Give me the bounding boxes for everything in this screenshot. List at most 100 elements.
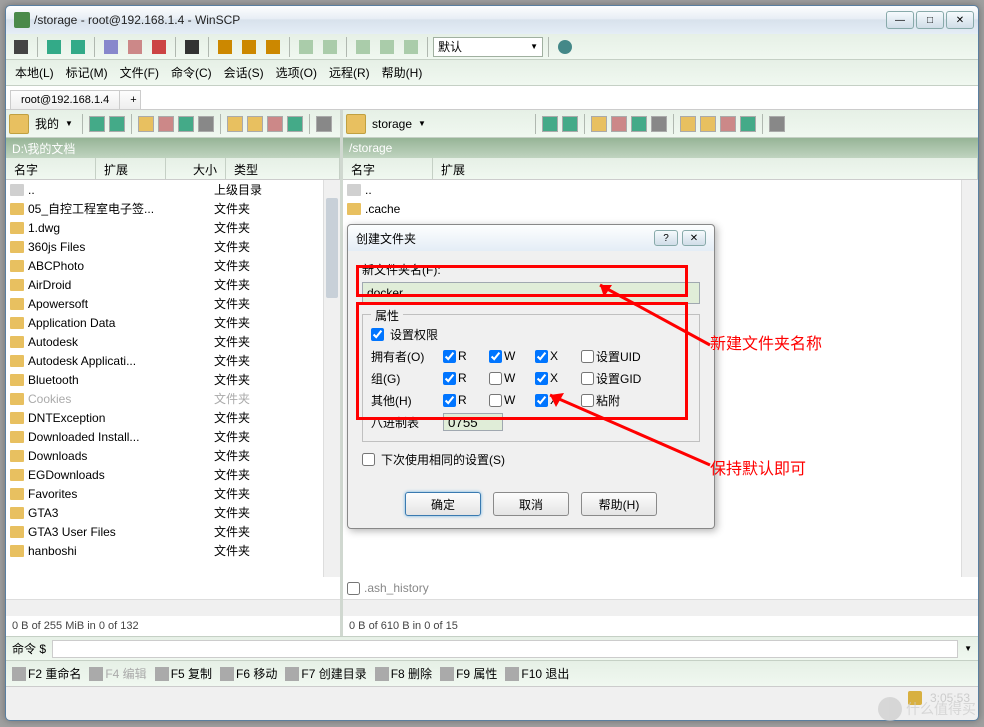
fkey-button[interactable]: F2 重命名 — [10, 665, 83, 682]
tree-icon[interactable] — [316, 116, 332, 132]
file-checkbox[interactable] — [347, 582, 360, 595]
newfolder-icon[interactable] — [247, 116, 263, 132]
list-item[interactable]: 1.dwg文件夹 — [6, 218, 340, 237]
fkey-button[interactable]: F9 属性 — [438, 665, 499, 682]
list-item[interactable]: Downloads文件夹 — [6, 446, 340, 465]
help-button[interactable]: ? — [654, 230, 678, 246]
set-perm-checkbox[interactable] — [371, 328, 384, 341]
ok-button[interactable]: 确定 — [405, 492, 481, 516]
cancel-button[interactable]: 取消 — [493, 492, 569, 516]
list-item[interactable]: Favorites文件夹 — [6, 484, 340, 503]
home-icon[interactable] — [611, 116, 627, 132]
col-ext[interactable]: 扩展 — [96, 158, 166, 179]
folder-icon[interactable] — [346, 114, 366, 134]
close-button[interactable]: ✕ — [682, 230, 706, 246]
layout2-icon[interactable] — [319, 36, 341, 58]
find-icon[interactable] — [651, 116, 667, 132]
owner-r[interactable] — [443, 350, 456, 363]
fkey-button[interactable]: F6 移动 — [218, 665, 279, 682]
sgid-checkbox[interactable] — [581, 372, 594, 385]
minimize-button[interactable]: — — [886, 11, 914, 29]
list-item[interactable]: 360js Files文件夹 — [6, 237, 340, 256]
sticky-checkbox[interactable] — [581, 394, 594, 407]
list-item[interactable]: Bluetooth文件夹 — [6, 370, 340, 389]
group-r[interactable] — [443, 372, 456, 385]
refresh-icon[interactable] — [178, 116, 194, 132]
forward-icon[interactable] — [109, 116, 125, 132]
chevron-down-icon[interactable]: ▼ — [964, 644, 972, 653]
tool2-icon[interactable] — [238, 36, 260, 58]
col-name[interactable]: 名字 — [6, 158, 96, 179]
other-x[interactable] — [535, 394, 548, 407]
group-w[interactable] — [489, 372, 502, 385]
menu-local[interactable]: 本地(L) — [10, 61, 59, 84]
col-type[interactable]: 类型 — [226, 158, 340, 179]
col-size[interactable]: 大小 — [166, 158, 226, 179]
fkey-button[interactable]: F4 编辑 — [87, 665, 148, 682]
list-item[interactable]: Application Data文件夹 — [6, 313, 340, 332]
list-item[interactable]: GTA3 User Files文件夹 — [6, 522, 340, 541]
list-item[interactable]: .. — [343, 180, 978, 199]
menu-help[interactable]: 帮助(H) — [377, 61, 428, 84]
chevron-down-icon[interactable]: ▼ — [65, 119, 77, 128]
local-filelist[interactable]: ..上级目录05_自控工程室电子签...文件夹1.dwg文件夹360js Fil… — [6, 180, 340, 599]
col-name[interactable]: 名字 — [343, 158, 433, 179]
maximize-button[interactable]: □ — [916, 11, 944, 29]
list-item[interactable]: EGDownloads文件夹 — [6, 465, 340, 484]
transfer-mode-combo[interactable]: 默认▼ — [433, 37, 543, 57]
globe-icon[interactable] — [554, 36, 576, 58]
root-icon[interactable] — [740, 116, 756, 132]
root-icon[interactable] — [287, 116, 303, 132]
octal-input[interactable] — [443, 413, 503, 431]
list-item[interactable]: Cookies文件夹 — [6, 389, 340, 408]
copy-icon[interactable] — [100, 36, 122, 58]
add-session-tab[interactable]: + — [119, 90, 141, 109]
find-icon[interactable] — [198, 116, 214, 132]
list-item[interactable]: .ash_history — [347, 581, 429, 595]
folder-name-input[interactable] — [362, 282, 700, 304]
terminal-icon[interactable] — [181, 36, 203, 58]
list-item[interactable]: Autodesk Applicati...文件夹 — [6, 351, 340, 370]
menu-options[interactable]: 选项(O) — [271, 61, 322, 84]
home-icon[interactable] — [158, 116, 174, 132]
remote-nav-label[interactable]: storage — [368, 117, 416, 131]
group-x[interactable] — [535, 372, 548, 385]
list-item[interactable]: hanboshi文件夹 — [6, 541, 340, 560]
list-item[interactable]: DNTException文件夹 — [6, 408, 340, 427]
menu-remote[interactable]: 远程(R) — [324, 61, 375, 84]
list-item[interactable]: Autodesk文件夹 — [6, 332, 340, 351]
command-input[interactable] — [52, 640, 958, 658]
fkey-button[interactable]: F5 复制 — [153, 665, 214, 682]
owner-x[interactable] — [535, 350, 548, 363]
chevron-down-icon[interactable]: ▼ — [418, 119, 430, 128]
layout3-icon[interactable] — [352, 36, 374, 58]
sync-icon[interactable] — [43, 36, 65, 58]
remember-checkbox[interactable] — [362, 453, 375, 466]
scrollbar-horizontal[interactable] — [6, 599, 340, 616]
scrollbar-horizontal[interactable] — [343, 599, 978, 616]
layout5-icon[interactable] — [400, 36, 422, 58]
list-item[interactable]: 05_自控工程室电子签...文件夹 — [6, 199, 340, 218]
list-item[interactable]: Downloaded Install...文件夹 — [6, 427, 340, 446]
back-icon[interactable] — [542, 116, 558, 132]
layout4-icon[interactable] — [376, 36, 398, 58]
list-item[interactable]: Apowersoft文件夹 — [6, 294, 340, 313]
close-button[interactable]: ✕ — [946, 11, 974, 29]
menu-mark[interactable]: 标记(M) — [61, 61, 113, 84]
menu-command[interactable]: 命令(C) — [166, 61, 217, 84]
menu-session[interactable]: 会话(S) — [219, 61, 269, 84]
newfolder-icon[interactable] — [700, 116, 716, 132]
move-icon[interactable] — [124, 36, 146, 58]
owner-w[interactable] — [489, 350, 502, 363]
list-item[interactable]: .cache — [343, 199, 978, 218]
list-item[interactable]: ..上级目录 — [6, 180, 340, 199]
other-w[interactable] — [489, 394, 502, 407]
fkey-button[interactable]: F10 退出 — [503, 665, 571, 682]
other-r[interactable] — [443, 394, 456, 407]
layout1-icon[interactable] — [295, 36, 317, 58]
list-item[interactable]: AirDroid文件夹 — [6, 275, 340, 294]
refresh-icon[interactable] — [631, 116, 647, 132]
session-tab[interactable]: root@192.168.1.4 — [10, 90, 120, 109]
fkey-button[interactable]: F7 创建目录 — [283, 665, 368, 682]
col-ext[interactable]: 扩展 — [433, 158, 978, 179]
